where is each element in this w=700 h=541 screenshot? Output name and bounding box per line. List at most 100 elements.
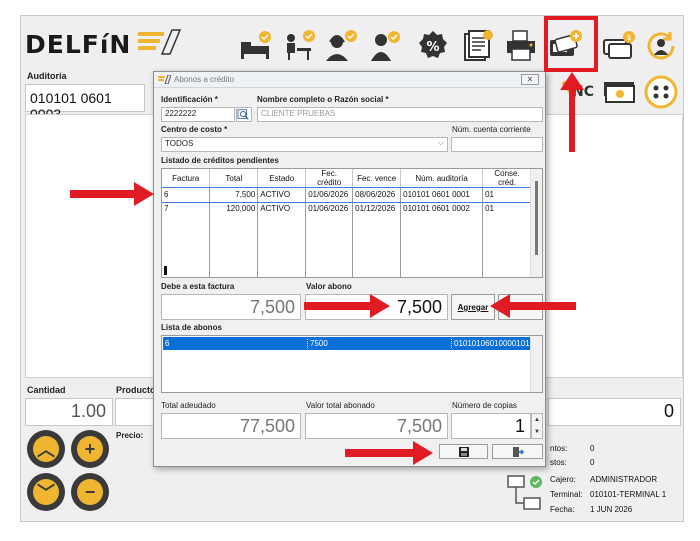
cell: 7: [162, 201, 211, 216]
toolbar-button-documents[interactable]: [457, 26, 497, 66]
plus-button[interactable]: +: [71, 430, 109, 468]
cell: 01/12/2026: [352, 201, 402, 216]
cell: ACTIVO: [257, 201, 307, 216]
toolbar-button-desk[interactable]: [277, 26, 317, 66]
copias-stepper[interactable]: ▲ ▼: [531, 413, 543, 439]
close-button[interactable]: ✕: [521, 74, 539, 85]
copias-field[interactable]: 1: [451, 413, 531, 439]
save-button[interactable]: [439, 444, 488, 459]
col-total[interactable]: Total: [209, 169, 259, 188]
cash-icon: [604, 82, 635, 103]
highlight-box: [544, 16, 598, 72]
up-button[interactable]: ︿: [27, 430, 65, 468]
app-small-icon: [158, 75, 171, 84]
red-arrow-up-icon: [560, 72, 584, 152]
valor-total-label: Valor total abonado: [306, 401, 375, 410]
col-fec-credito[interactable]: Fec. crédito: [305, 169, 354, 188]
cell: 01/06/2026: [305, 187, 354, 202]
cuenta-corriente-label: Núm. cuenta corriente: [452, 125, 531, 134]
terminal-label: Terminal:: [550, 490, 583, 499]
toolbar-button-cash[interactable]: [599, 72, 639, 112]
floppy-disk-icon: [458, 447, 469, 457]
abonos-list: 6 7500 01010106010000101: [161, 335, 543, 393]
total-adeudado-label: Total adeudado: [161, 401, 216, 410]
cell: 6: [162, 187, 211, 202]
cell: 01/06/2026: [305, 201, 354, 216]
cuenta-corriente-field[interactable]: [451, 137, 543, 152]
svg-text:$: $: [626, 33, 631, 42]
scrollbar-thumb[interactable]: [535, 181, 538, 255]
centro-costo-select[interactable]: TODOS ⌵: [161, 137, 448, 152]
user-check-icon: [371, 31, 400, 61]
abono-valor: 7500: [307, 339, 328, 348]
summary-row1-label: ntos:: [550, 444, 568, 453]
copias-label: Número de copias: [452, 401, 517, 410]
user-refresh-icon: [647, 32, 675, 60]
horizontal-scroll-marker: [164, 266, 167, 275]
abono-factura: 6: [165, 339, 170, 348]
cajero-label: Cajero:: [550, 475, 576, 484]
cell: 08/06/2026: [352, 187, 402, 202]
auditoria-field[interactable]: 010101 0601 0003: [25, 84, 145, 122]
toolbar-button-discount[interactable]: %: [413, 26, 453, 66]
valor-abono-label: Valor abono: [306, 282, 352, 291]
abono-auditoria: 01010106010000101: [451, 339, 530, 348]
identificacion-label: Identificación *: [161, 95, 218, 104]
search-icon: [237, 109, 249, 120]
total-field: 0: [548, 398, 681, 426]
dialog-titlebar: Abonos a crédito ✕: [154, 72, 545, 88]
toolbar-button-hotel[interactable]: [235, 26, 275, 66]
documents-icon: [464, 30, 493, 61]
toolbar-button-users[interactable]: [363, 26, 403, 66]
table-row[interactable]: 6 7,500 ACTIVO 01/06/2026 08/06/2026 010…: [162, 186, 533, 203]
table-row[interactable]: 7 120,000 ACTIVO 01/06/2026 01/12/2026 0…: [162, 201, 532, 216]
cell: 01: [482, 201, 532, 216]
creditos-table: Factura Total Estado Fec. crédito Fec. v…: [161, 168, 543, 278]
exit-button[interactable]: [492, 444, 543, 459]
minus-button[interactable]: −: [71, 473, 109, 511]
nombre-label: Nombre completo o Razón social *: [257, 95, 389, 104]
abonos-scrollbar[interactable]: [530, 336, 542, 392]
col-num-auditoria[interactable]: Núm. auditoría: [400, 169, 484, 188]
desk-person-icon: [287, 30, 315, 60]
chevron-down-icon: ﹀: [33, 479, 59, 505]
red-arrow-right-icon: [304, 294, 390, 318]
dots-icon: [644, 75, 678, 109]
chevron-down-icon: ⌵: [437, 138, 444, 147]
search-client-button[interactable]: [236, 107, 252, 122]
toolbar-button-card-money[interactable]: $: [599, 26, 639, 66]
agregar-button[interactable]: Agregar: [451, 294, 495, 320]
summary-row2-value: 0: [590, 458, 595, 467]
col-factura[interactable]: Factura: [162, 169, 211, 188]
lista-abonos-label: Lista de abonos: [161, 323, 222, 332]
dialog-title: Abonos a crédito: [174, 75, 235, 84]
app-logo: DELFíN: [25, 30, 132, 59]
toolbar-button-user-refresh[interactable]: [641, 26, 681, 66]
cell: 120,000: [209, 201, 259, 216]
toolbar-button-more[interactable]: [641, 72, 681, 112]
valor-total-field: 7,500: [305, 413, 448, 439]
minus-icon: −: [77, 479, 103, 505]
toolbar-button-print[interactable]: [501, 26, 541, 66]
identificacion-field[interactable]: 2222222: [161, 107, 235, 122]
summary-row1-value: 0: [590, 444, 595, 453]
fecha-label: Fecha:: [550, 505, 575, 514]
col-conse-cred[interactable]: Conse. créd.: [482, 169, 532, 188]
down-button[interactable]: ﹀: [27, 473, 65, 511]
col-fec-vence[interactable]: Fec. vence: [352, 169, 402, 188]
exit-door-icon: [512, 447, 524, 457]
list-item[interactable]: 6 7500 01010106010000101: [163, 337, 531, 350]
terminal-value: 010101-TERMINAL 1: [590, 490, 667, 499]
col-estado[interactable]: Estado: [257, 169, 307, 188]
toolbar-button-support[interactable]: [319, 26, 359, 66]
plus-icon: +: [77, 436, 103, 462]
cajero-value: ADMINISTRADOR: [590, 475, 658, 484]
cantidad-field[interactable]: 1.00: [25, 398, 113, 426]
logo-mark-icon: [138, 29, 182, 55]
summary-row2-label: stos:: [550, 458, 567, 467]
support-agent-icon: [326, 30, 357, 61]
printer-icon: [507, 30, 535, 61]
producto-field[interactable]: [115, 398, 155, 426]
producto-label: Producto: [116, 385, 156, 395]
nombre-field[interactable]: CLIENTE PRUEBAS: [257, 107, 543, 122]
